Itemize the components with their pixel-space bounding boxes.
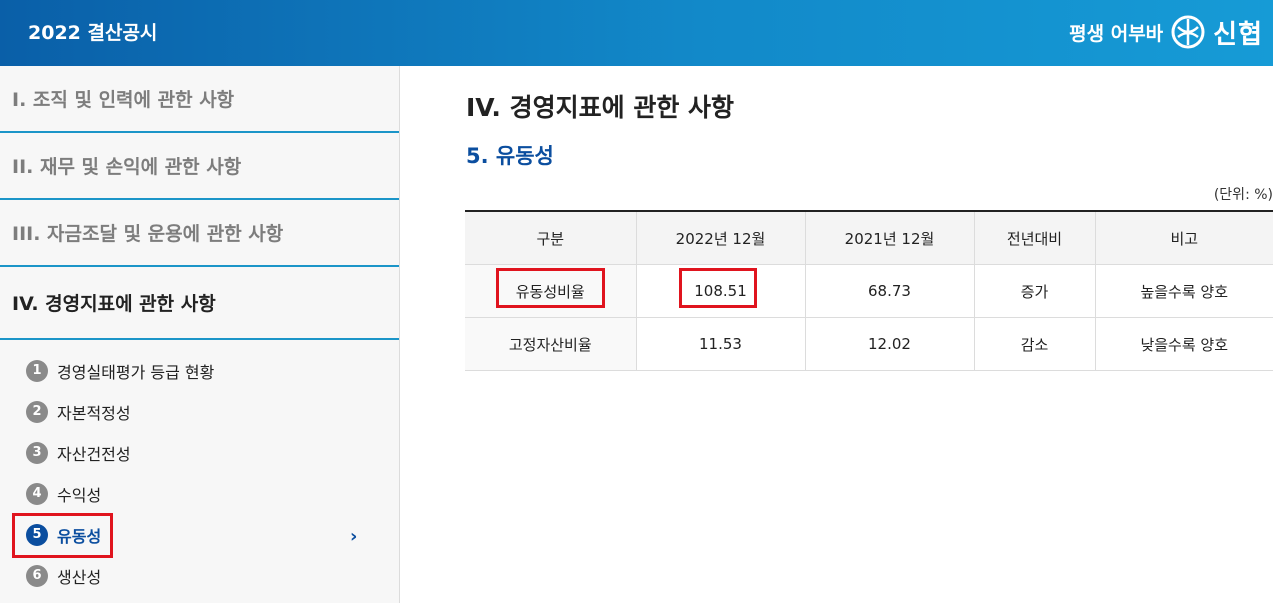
sidebar-section-finance[interactable]: II. 재무 및 손익에 관한 사항: [0, 133, 399, 200]
sidebar-item-label: 자본적정성: [57, 403, 131, 423]
sidebar-item-label: 경영실태평가 등급 현황: [57, 362, 215, 382]
table-header-cell: 구분: [465, 210, 637, 265]
highlight-box-ratio-label: [496, 268, 605, 308]
brand-logo[interactable]: 평생 어부바 신협: [1069, 12, 1263, 52]
table-cell: 11.53: [636, 317, 806, 371]
table-header-cell: 전년대비: [974, 210, 1096, 265]
sidebar-item-label: 자산건전성: [57, 444, 131, 464]
brand-slogan: 평생 어부바: [1069, 22, 1164, 45]
sidebar-item-capital-adequacy[interactable]: 2 자본적정성: [0, 391, 399, 432]
number-badge: 1: [26, 359, 48, 382]
sidebar-item-label: 수익성: [57, 485, 102, 505]
table-cell: 높을수록 양호: [1095, 264, 1273, 318]
sidebar-item-label: 생산성: [57, 567, 102, 587]
sidebar-item-asset-quality[interactable]: 3 자산건전성: [0, 432, 399, 473]
sidebar-item-profitability[interactable]: 4 수익성: [0, 473, 399, 514]
number-badge: 3: [26, 441, 48, 464]
shinhyup-logo-icon: [1171, 15, 1205, 49]
table-cell: 12.02: [805, 317, 975, 371]
table-cell: 68.73: [805, 264, 975, 318]
number-badge: 6: [26, 564, 48, 587]
table-cell: 낮을수록 양호: [1095, 317, 1273, 371]
table-header-cell: 2021년 12월: [805, 210, 975, 265]
table-cell: 감소: [974, 317, 1096, 371]
section-title: 5. 유동성: [466, 144, 554, 168]
table-cell: 증가: [974, 264, 1096, 318]
table-header-cell: 2022년 12월: [636, 210, 806, 265]
table-row: 고정자산비율 11.53 12.02 감소 낮을수록 양호: [465, 317, 1273, 371]
page-title: IV. 경영지표에 관한 사항: [466, 93, 735, 122]
unit-label: (단위: %): [1213, 187, 1273, 203]
brand-name: 신협: [1213, 19, 1263, 50]
page-header-title: 2022 결산공시: [28, 22, 158, 44]
top-header: 2022 결산공시 평생 어부바 신협: [0, 0, 1273, 66]
sidebar-section-org[interactable]: I. 조직 및 인력에 관한 사항: [0, 66, 399, 133]
highlight-box-sidebar: [12, 513, 113, 558]
number-badge: 4: [26, 482, 48, 505]
table-header-cell: 비고: [1095, 210, 1273, 265]
chevron-right-icon: ›: [350, 526, 358, 547]
table-header-row: 구분 2022년 12월 2021년 12월 전년대비 비고: [465, 210, 1273, 265]
sidebar-section-funding[interactable]: III. 자금조달 및 운용에 관한 사항: [0, 200, 399, 267]
sidebar-item-productivity[interactable]: 6 생산성: [0, 555, 399, 596]
highlight-box-ratio-value: [679, 268, 757, 308]
sidebar-section-management-indicators[interactable]: IV. 경영지표에 관한 사항: [0, 267, 399, 340]
sidebar-item-rating[interactable]: 1 경영실태평가 등급 현황: [0, 350, 399, 391]
table-cell-label: 고정자산비율: [465, 317, 637, 371]
number-badge: 2: [26, 400, 48, 423]
